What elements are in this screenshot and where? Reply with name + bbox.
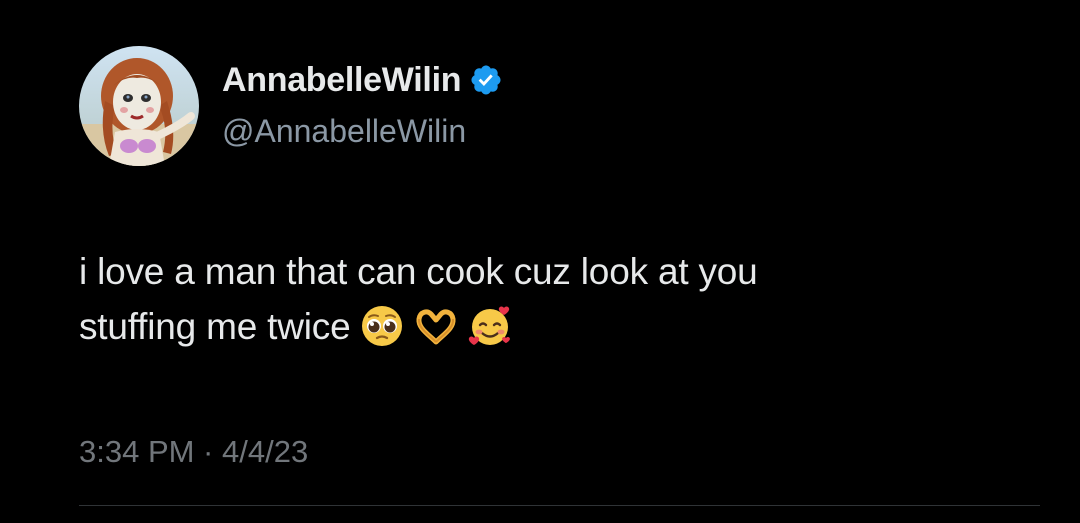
verified-badge-icon[interactable]	[469, 63, 503, 97]
pleading-face-emoji	[360, 304, 404, 348]
avatar-image	[79, 46, 199, 166]
tweet-card[interactable]: AnnabelleWilin @AnnabelleWilin i love a …	[0, 0, 1080, 523]
author-display-name[interactable]: AnnabelleWilin	[222, 61, 461, 100]
smiling-face-with-hearts-emoji	[468, 304, 512, 348]
author-name-row: AnnabelleWilin	[222, 58, 503, 102]
tweet-timestamp[interactable]: 3:34 PM · 4/4/23	[79, 434, 308, 470]
profile-avatar[interactable]	[79, 46, 199, 166]
tweet-text-line-2: stuffing me twice	[79, 306, 351, 347]
author-handle[interactable]: @AnnabelleWilin	[222, 113, 466, 150]
tweet-text-line-1: i love a man that can cook cuz look at y…	[79, 251, 758, 292]
tweet-body: i love a man that can cook cuz look at y…	[79, 244, 1039, 354]
tweet-text-line-2-row: stuffing me twice	[79, 299, 1039, 354]
divider	[79, 505, 1040, 506]
heart-hands-emoji	[414, 304, 458, 348]
